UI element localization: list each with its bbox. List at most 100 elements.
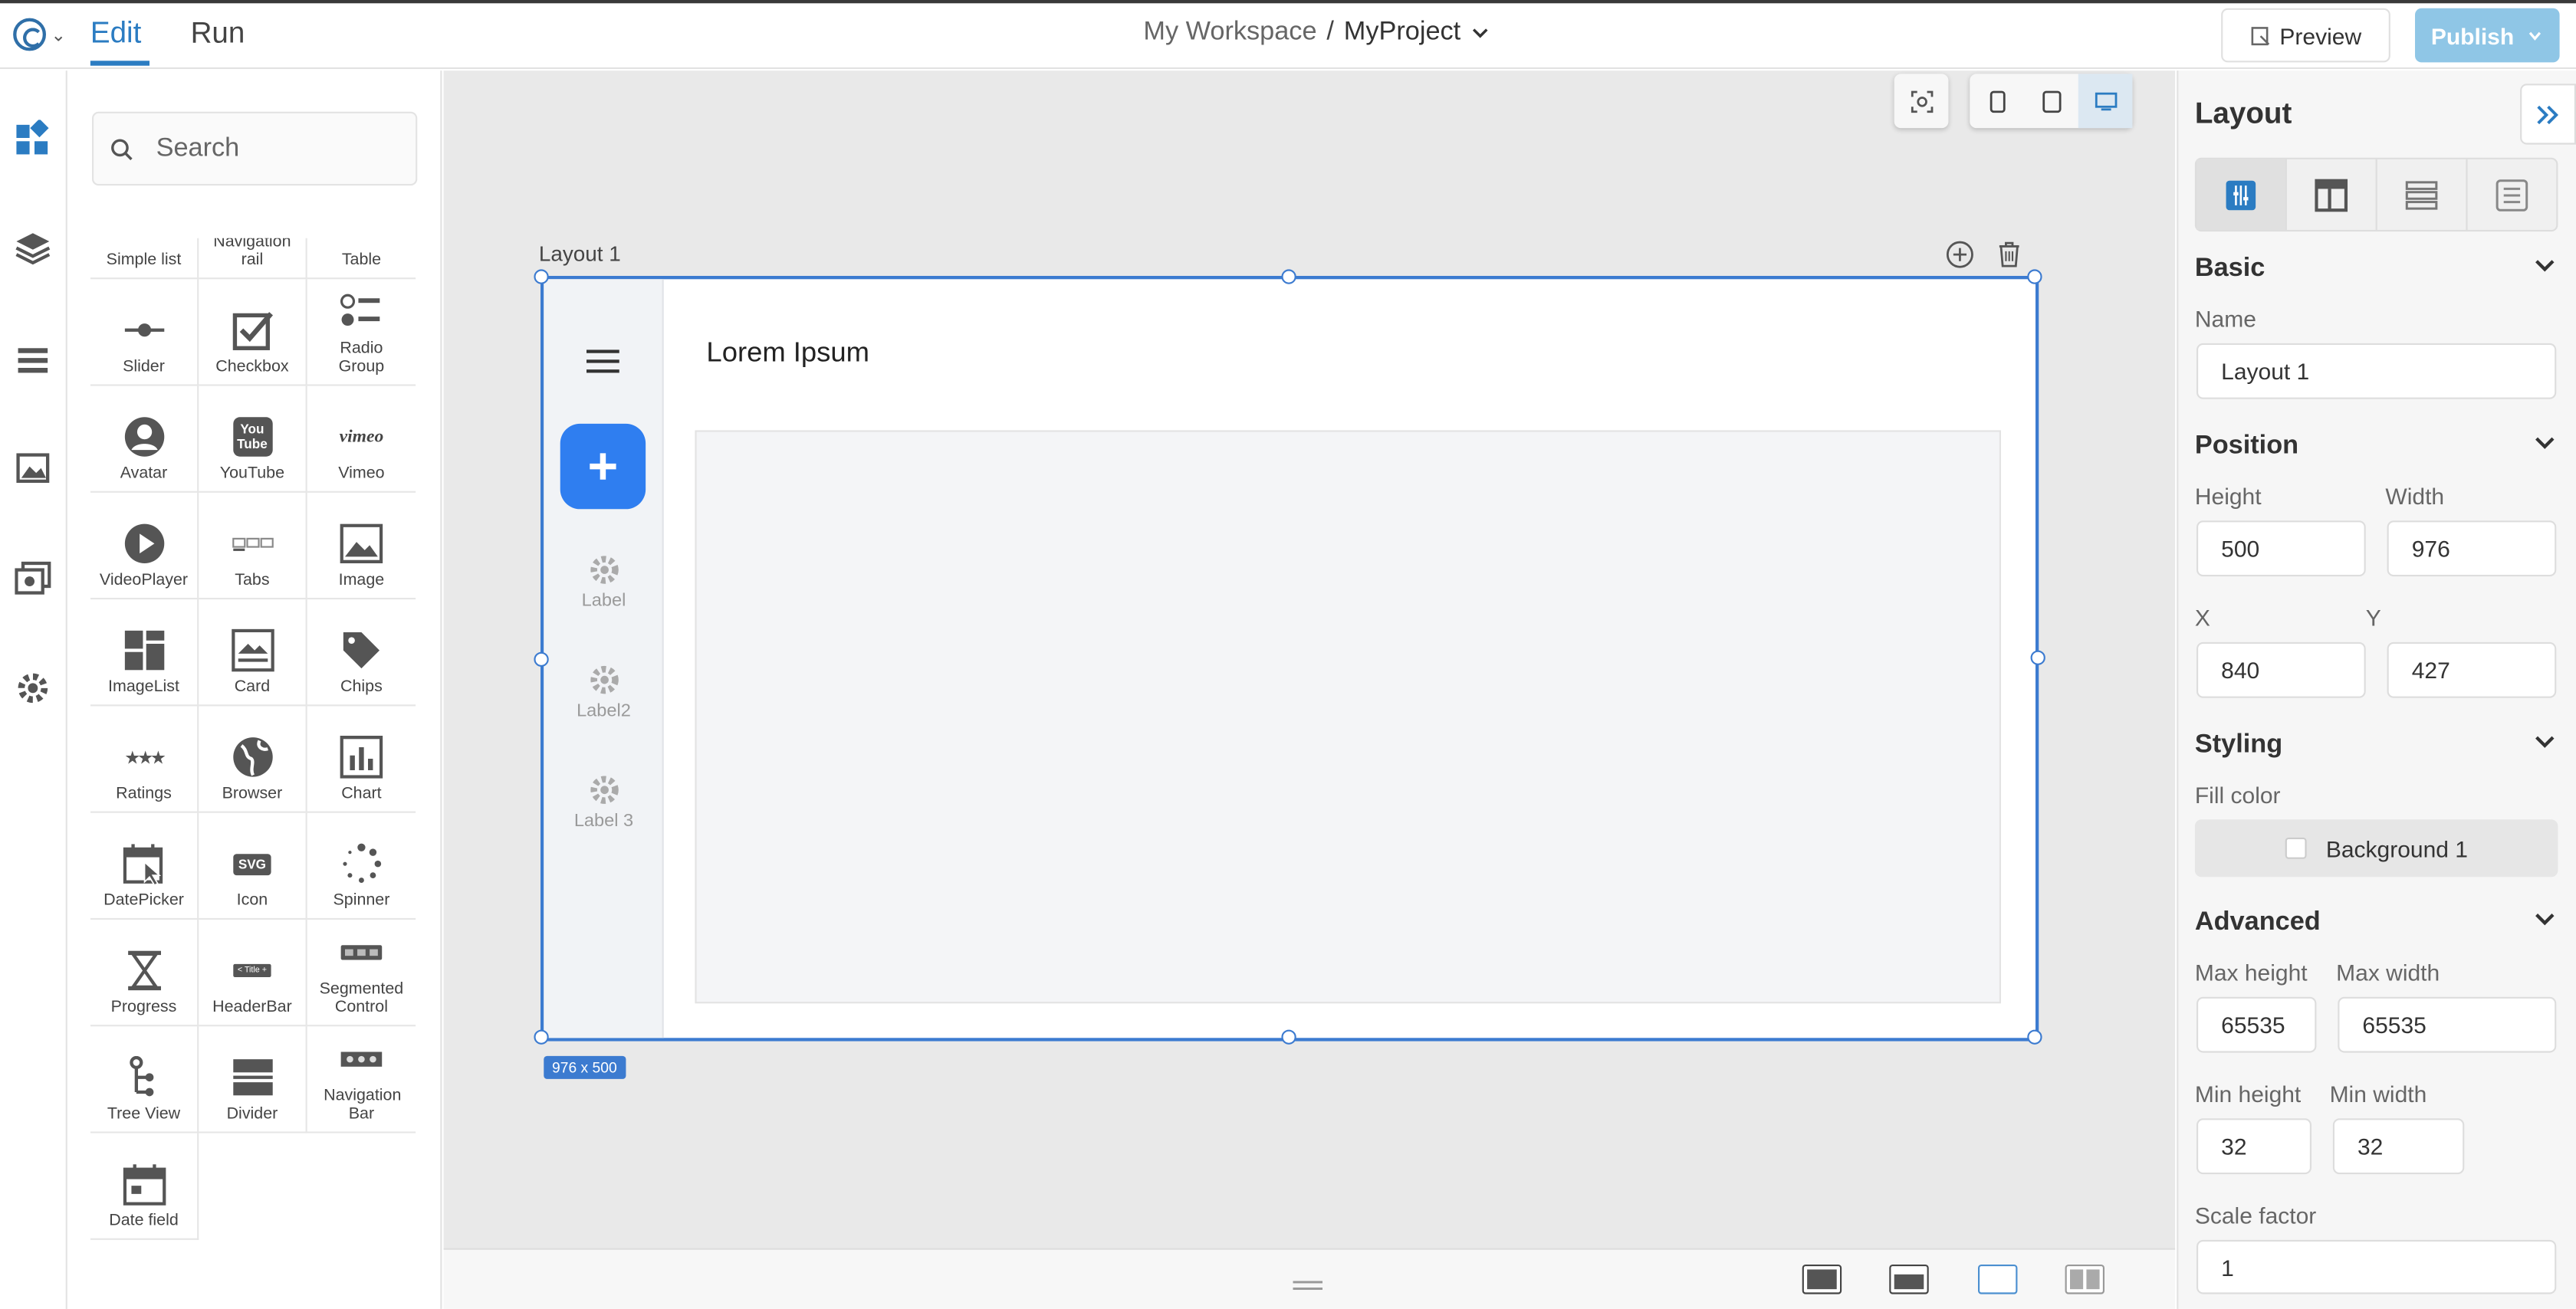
fill-color-picker[interactable]: Background 1	[2194, 819, 2558, 878]
tab-run[interactable]: Run	[191, 15, 245, 65]
content-title[interactable]: Lorem Ipsum	[706, 336, 869, 369]
component-navigation-rail[interactable]: Navigation rail	[199, 238, 307, 280]
resize-handle-n[interactable]	[1281, 269, 1296, 284]
content-area[interactable]	[695, 430, 2002, 1004]
component-progress[interactable]: Progress	[90, 920, 199, 1027]
layout-type-list[interactable]	[2468, 159, 2557, 230]
nav-rail-item-3[interactable]: Label 3	[544, 773, 663, 831]
project-chevron-down-icon[interactable]	[1470, 23, 1490, 43]
component-browser[interactable]: Browser	[199, 706, 307, 813]
layout-type-dashboard[interactable]	[2287, 159, 2377, 230]
component-avatar[interactable]: Avatar	[90, 385, 199, 493]
rows-icon	[2405, 180, 2438, 209]
breadcrumb-workspace[interactable]: My Workspace	[1143, 18, 1316, 48]
component-imagelist[interactable]: ImageList	[90, 599, 199, 707]
chevron-down-icon[interactable]	[2535, 435, 2555, 451]
list-icon[interactable]	[13, 340, 52, 379]
name-field[interactable]: Layout 1	[2196, 343, 2557, 399]
breadcrumb-project[interactable]: MyProject	[1344, 18, 1460, 48]
component-icon[interactable]: SVG Icon	[199, 812, 307, 920]
properties-title: Layout	[2194, 97, 2292, 130]
nav-rail-item-2[interactable]: Label2	[544, 664, 663, 721]
layers-icon[interactable]	[13, 228, 52, 267]
layout-type-columns[interactable]	[2196, 159, 2287, 230]
component-tabs[interactable]: Tabs	[199, 492, 307, 600]
view-full-button[interactable]	[1802, 1265, 1842, 1294]
segmented-control-icon	[340, 931, 383, 974]
layout-type-rows[interactable]	[2377, 159, 2468, 230]
assets-icon[interactable]	[13, 559, 52, 598]
svg-icon: SVG	[231, 842, 274, 885]
view-split-button[interactable]	[1889, 1265, 1929, 1294]
section-advanced[interactable]: Advanced	[2195, 908, 2321, 938]
collapse-panel-button[interactable]	[2520, 84, 2576, 145]
component-simple-list[interactable]: Simple list	[90, 238, 199, 280]
section-styling[interactable]: Styling	[2195, 731, 2282, 761]
y-field[interactable]: 427	[2387, 641, 2557, 698]
component-spinner[interactable]: Spinner	[307, 813, 416, 920]
component-videoplayer[interactable]: VideoPlayer	[90, 492, 199, 600]
search-input[interactable]	[156, 133, 386, 164]
desktop-view-button[interactable]	[2078, 74, 2133, 129]
min-width-field[interactable]: 32	[2332, 1118, 2465, 1175]
max-width-field[interactable]: 65535	[2338, 996, 2557, 1053]
width-field[interactable]: 976	[2387, 520, 2557, 577]
component-chips[interactable]: Chips	[307, 599, 416, 707]
section-basic[interactable]: Basic	[2195, 254, 2266, 284]
preview-button[interactable]: Preview	[2221, 8, 2390, 63]
component-chart[interactable]: Chart	[307, 706, 416, 813]
component-checkbox[interactable]: Checkbox	[199, 279, 307, 386]
fit-to-screen-button[interactable]	[1894, 74, 1949, 129]
height-field[interactable]: 500	[2196, 520, 2366, 577]
navigation-bar-icon	[340, 1038, 383, 1081]
tab-edit[interactable]: Edit	[90, 15, 150, 66]
media-icon[interactable]	[13, 448, 52, 487]
menu-icon[interactable]	[586, 348, 619, 382]
component-date-field[interactable]: Date field	[90, 1133, 199, 1240]
component-image[interactable]: Image	[307, 493, 416, 600]
component-tree-view[interactable]: Tree View	[90, 1026, 199, 1133]
resize-handle-s[interactable]	[1281, 1029, 1296, 1045]
layout-frame[interactable]: Label Label2 Label 3 Lorem Ipsum	[534, 269, 2045, 1045]
widgets-icon[interactable]	[13, 118, 52, 157]
view-blank-button[interactable]	[1978, 1265, 2018, 1294]
resize-handle-sw[interactable]	[534, 1029, 549, 1045]
resize-handle-ne[interactable]	[2027, 269, 2042, 284]
component-table[interactable]: Table	[307, 238, 416, 280]
chevron-down-icon[interactable]	[2535, 258, 2555, 274]
resize-handle-se[interactable]	[2027, 1029, 2042, 1045]
publish-button[interactable]: Publish	[2415, 8, 2560, 63]
component-segmented-control[interactable]: Segmented Control	[307, 920, 416, 1027]
resize-handle-nw[interactable]	[534, 269, 549, 284]
component-slider[interactable]: Slider	[90, 279, 199, 386]
chevron-down-icon[interactable]	[2535, 911, 2555, 927]
fab-add-button[interactable]	[560, 423, 646, 510]
component-ratings[interactable]: ★★★ Ratings	[90, 706, 199, 813]
delete-layout-button[interactable]	[1994, 240, 2024, 277]
app-menu-button[interactable]: ⌄	[13, 13, 75, 56]
scale-factor-field[interactable]: 1	[2196, 1239, 2557, 1294]
component-vimeo[interactable]: vimeo Vimeo	[307, 386, 416, 493]
settings-icon[interactable]	[13, 668, 52, 707]
component-divider[interactable]: Divider	[199, 1026, 307, 1133]
max-height-field[interactable]: 65535	[2196, 996, 2317, 1053]
phone-view-button[interactable]	[1970, 74, 2024, 128]
drag-handle[interactable]	[1293, 1271, 1322, 1301]
chevron-down-icon[interactable]	[2535, 734, 2555, 750]
component-datepicker[interactable]: DatePicker	[90, 812, 199, 920]
min-height-field[interactable]: 32	[2196, 1118, 2312, 1175]
view-columns-button[interactable]	[2065, 1265, 2104, 1294]
resize-handle-e[interactable]	[2030, 650, 2045, 665]
tablet-view-button[interactable]	[2024, 74, 2078, 128]
section-position[interactable]: Position	[2195, 432, 2298, 462]
component-radio-group[interactable]: Radio Group	[307, 279, 416, 386]
component-youtube[interactable]: You Tube YouTube	[199, 385, 307, 493]
x-field[interactable]: 840	[2196, 641, 2366, 698]
component-headerbar[interactable]: < Title + HeaderBar	[199, 920, 307, 1027]
nav-rail-item-1[interactable]: Label	[544, 553, 663, 611]
resize-handle-w[interactable]	[534, 651, 549, 667]
component-navigation-bar[interactable]: Navigation Bar	[307, 1026, 416, 1133]
add-layout-button[interactable]	[1945, 240, 1975, 277]
component-card[interactable]: Card	[199, 599, 307, 707]
component-search[interactable]	[92, 111, 418, 186]
